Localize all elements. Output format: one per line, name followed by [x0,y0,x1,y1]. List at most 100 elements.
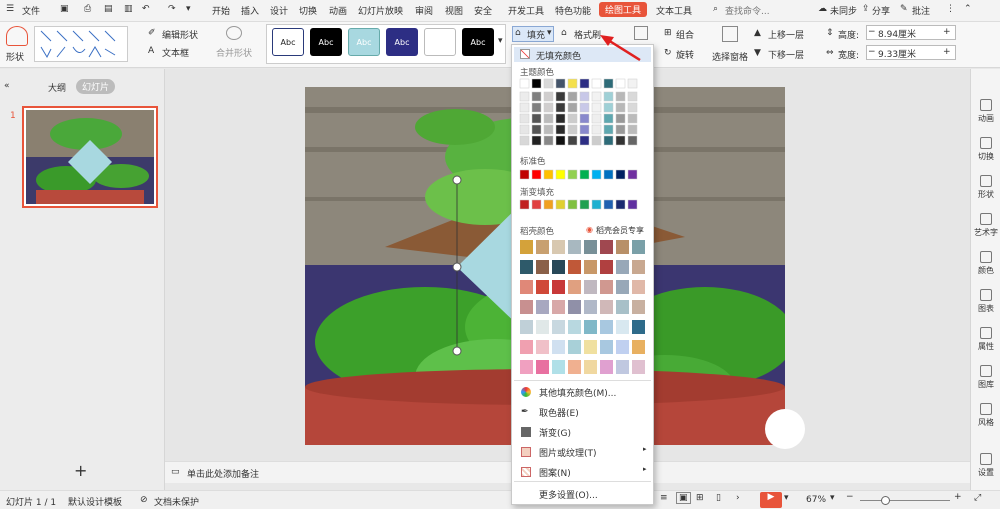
bring-forward-button[interactable]: 上移一层 [768,28,804,41]
standard-color-swatch [615,169,626,180]
slide-sorter-icon[interactable]: ⊞ [696,493,704,503]
style-white[interactable] [424,28,456,56]
chevron-down-icon[interactable]: ▾ [498,36,503,46]
design-template[interactable]: 默认设计模板 [68,495,122,508]
style-lightblue[interactable]: Abc [348,28,380,56]
tab-features[interactable]: 特色功能 [555,4,591,17]
file-menu[interactable]: 文件 [22,4,40,17]
tab-start[interactable]: 开始 [212,4,230,17]
daoke-color-swatch [520,340,533,354]
search-command[interactable]: 查找命令... [725,4,770,17]
shape-gallery[interactable] [34,26,128,62]
tab-developer[interactable]: 开发工具 [508,4,544,17]
tab-slides[interactable]: 幻灯片 [76,79,116,94]
textbox-button[interactable]: 文本框 [162,46,189,59]
edit-shape-button[interactable]: 编辑形状 [162,28,198,41]
height-decrease[interactable]: − [868,27,876,37]
style-black-2[interactable]: Abc [462,28,494,56]
settings-icon [980,453,992,465]
tab-text-tools[interactable]: 文本工具 [656,4,692,17]
tab-view[interactable]: 视图 [445,4,463,17]
more-fill-colors[interactable]: 其他填充颜色(M)... [512,383,653,401]
document-protection[interactable]: 文档未保护 [154,495,199,508]
slide-thumbnail[interactable] [22,106,158,208]
chevron-right-icon[interactable]: › [736,493,740,503]
shape-icon[interactable] [6,26,28,46]
zoom-level[interactable]: 67% [806,495,826,505]
theme-color-swatch [519,91,530,102]
sidebar-style[interactable]: 风格 [971,403,1000,428]
group-button[interactable]: 组合 [676,28,694,41]
sidebar-color[interactable]: 颜色 [971,251,1000,276]
normal-view-icon[interactable]: ▣ [676,492,691,504]
divider [514,380,651,381]
tab-drawing-tools[interactable]: 绘图工具 [599,2,648,17]
sidebar-transition[interactable]: 切换 [971,137,1000,162]
rotate-button[interactable]: 旋转 [676,48,694,61]
pdf-icon[interactable]: ▥ [124,4,133,14]
merge-shape-button[interactable]: 合并形状 [216,46,252,59]
sidebar-shape[interactable]: 形状 [971,175,1000,200]
tab-transition[interactable]: 切换 [299,4,317,17]
zoom-slider-handle[interactable] [881,496,890,505]
undo-icon[interactable]: ↶ [142,4,150,14]
collapse-panel-icon[interactable]: « [4,81,10,91]
theme-colors-grid[interactable] [512,45,655,385]
preview-icon[interactable]: ▤ [104,4,113,14]
save-icon[interactable]: ▣ [60,4,69,14]
send-backward-button[interactable]: 下移一层 [768,48,804,61]
picture-texture-option[interactable]: 图片或纹理(T) ▸ [512,443,653,461]
standard-color-swatch [531,169,542,180]
fill-button[interactable]: 填充 [527,28,545,41]
comment-button[interactable]: 批注 [912,4,930,17]
add-slide-button[interactable]: + [74,461,87,480]
play-options-icon[interactable]: ▾ [784,493,789,503]
fit-window-icon[interactable]: ⤢ [974,493,981,503]
sidebar-settings[interactable]: 设置 [971,453,1000,478]
notes-toggle-icon[interactable]: ≡ [660,493,668,503]
zoom-out-button[interactable]: − [846,492,854,502]
tab-design[interactable]: 设计 [270,4,288,17]
tab-animation[interactable]: 动画 [329,4,347,17]
more-options-icon[interactable]: ⋮ [946,4,955,14]
zoom-slider[interactable] [860,500,950,501]
sidebar-animation[interactable]: 动画 [971,99,1000,124]
fill-chevron-icon[interactable]: ▾ [547,28,552,38]
style-outline[interactable]: Abc [272,28,304,56]
print-icon[interactable]: ⎙ [84,4,91,14]
tab-security[interactable]: 安全 [474,4,492,17]
sidebar-properties[interactable]: 属性 [971,327,1000,352]
reading-view-icon[interactable]: ▯ [716,493,721,503]
gradient-option[interactable]: 渐变(G) [512,423,653,441]
tab-review[interactable]: 审阅 [415,4,433,17]
width-decrease[interactable]: − [868,47,876,57]
play-button[interactable]: ▶ [760,492,782,508]
eyedropper[interactable]: ✒ 取色器(E) [512,403,653,421]
notes-placeholder[interactable]: 单击此处添加备注 [187,467,259,480]
share-button[interactable]: 分享 [872,4,890,17]
zoom-dropdown-icon[interactable]: ▾ [830,493,835,503]
more-settings[interactable]: 更多设置(O)... [512,485,653,503]
sidebar-chart[interactable]: 图表 [971,289,1000,314]
sync-status[interactable]: 未同步 [830,4,857,17]
tab-slideshow[interactable]: 幻灯片放映 [358,4,403,17]
height-increase[interactable]: + [943,27,951,37]
redo-icon[interactable]: ↷ [168,4,176,14]
tab-outline[interactable]: 大纲 [48,81,66,94]
style-navy[interactable]: Abc [386,28,418,56]
selection-pane-button[interactable]: 选择窗格 [712,50,748,63]
shape-button[interactable]: 形状 [6,50,24,63]
hamburger-icon[interactable]: ☰ [6,4,14,14]
width-increase[interactable]: + [943,47,951,57]
tab-insert[interactable]: 插入 [241,4,259,17]
collapse-ribbon-icon[interactable]: ⌃ [964,4,972,14]
style-black[interactable]: Abc [310,28,342,56]
pattern-option[interactable]: 图案(N) ▸ [512,463,653,481]
daoke-color-swatch [616,300,629,314]
sidebar-wordart[interactable]: 艺术字 [971,213,1000,238]
zoom-in-button[interactable]: + [954,492,962,502]
daoke-color-swatch [584,300,597,314]
more-icon[interactable]: ▾ [186,4,191,14]
standard-color-swatch [627,169,638,180]
sidebar-gallery[interactable]: 图库 [971,365,1000,390]
